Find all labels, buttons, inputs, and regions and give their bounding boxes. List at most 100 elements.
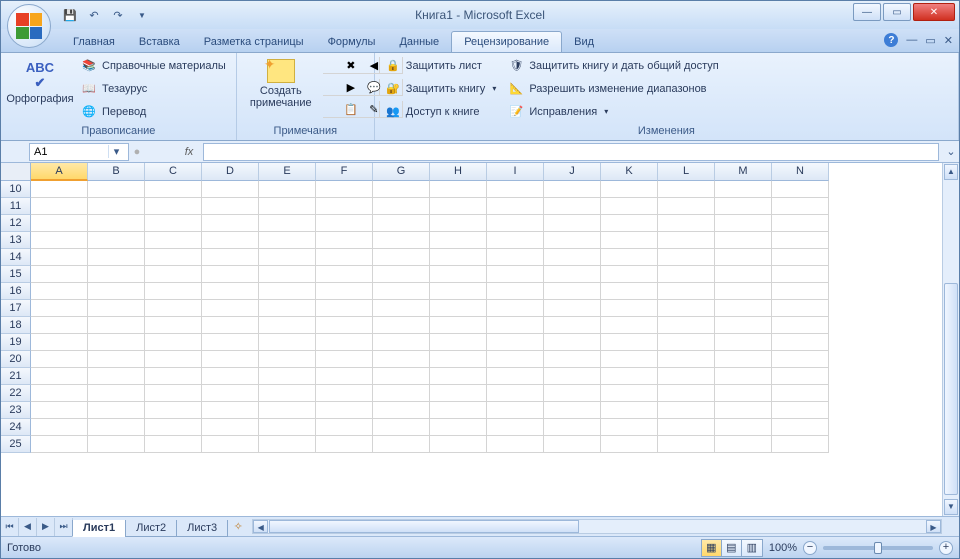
hscroll-thumb[interactable] [269, 520, 579, 533]
cell[interactable] [259, 300, 316, 317]
cell[interactable] [601, 232, 658, 249]
cell[interactable] [373, 351, 430, 368]
cell[interactable] [601, 198, 658, 215]
cell[interactable] [88, 249, 145, 266]
qat-dropdown-icon[interactable]: ▼ [133, 6, 151, 24]
cell[interactable] [430, 198, 487, 215]
cell[interactable] [715, 351, 772, 368]
cell[interactable] [487, 402, 544, 419]
cell[interactable] [259, 181, 316, 198]
cell[interactable] [544, 351, 601, 368]
cell[interactable] [88, 300, 145, 317]
cell[interactable] [88, 215, 145, 232]
cell[interactable] [487, 317, 544, 334]
cell[interactable] [487, 249, 544, 266]
row-header[interactable]: 13 [1, 232, 31, 249]
scroll-down-icon[interactable]: ▼ [944, 499, 958, 515]
cell[interactable] [772, 232, 829, 249]
sheet-tab[interactable]: Лист3 [176, 520, 228, 537]
cell[interactable] [31, 283, 88, 300]
cell[interactable] [658, 266, 715, 283]
cell[interactable] [88, 385, 145, 402]
cell[interactable] [601, 215, 658, 232]
cell[interactable] [316, 283, 373, 300]
cell[interactable] [772, 368, 829, 385]
cell[interactable] [430, 334, 487, 351]
spelling-button[interactable]: ABC✔ Орфография [7, 55, 73, 109]
cancel-icon[interactable]: ● [129, 146, 145, 158]
cell[interactable] [316, 232, 373, 249]
cell[interactable] [487, 334, 544, 351]
cell[interactable] [430, 351, 487, 368]
cell[interactable] [544, 300, 601, 317]
scroll-up-icon[interactable]: ▲ [944, 164, 958, 180]
row-header[interactable]: 15 [1, 266, 31, 283]
cell[interactable] [145, 266, 202, 283]
cell[interactable] [544, 283, 601, 300]
vscroll-thumb[interactable] [944, 283, 958, 495]
cell[interactable] [658, 368, 715, 385]
column-header[interactable]: B [88, 163, 145, 181]
cell[interactable] [202, 300, 259, 317]
column-header[interactable]: D [202, 163, 259, 181]
column-header[interactable]: A [31, 163, 88, 181]
name-box[interactable]: A1▾ [29, 143, 129, 161]
cell[interactable] [31, 351, 88, 368]
cell[interactable] [145, 351, 202, 368]
cell[interactable] [145, 385, 202, 402]
sheet-tab[interactable]: Лист1 [72, 520, 126, 537]
cell[interactable] [544, 249, 601, 266]
office-button[interactable] [7, 4, 51, 48]
cell[interactable] [316, 249, 373, 266]
cell[interactable] [487, 198, 544, 215]
cell[interactable] [145, 419, 202, 436]
cell[interactable] [430, 402, 487, 419]
cell[interactable] [259, 368, 316, 385]
cell[interactable] [202, 385, 259, 402]
cell[interactable] [373, 300, 430, 317]
research-button[interactable]: 📚Справочные материалы [77, 55, 230, 76]
cell[interactable] [31, 436, 88, 453]
cell[interactable] [772, 436, 829, 453]
tab-insert[interactable]: Вставка [127, 32, 192, 52]
cell[interactable] [658, 351, 715, 368]
cell[interactable] [145, 368, 202, 385]
cell[interactable] [259, 385, 316, 402]
cell[interactable] [316, 198, 373, 215]
protect-workbook-button[interactable]: 🔐Защитить книгу▾ [381, 78, 501, 99]
page-layout-view-icon[interactable]: ▤ [722, 540, 742, 556]
tab-page-layout[interactable]: Разметка страницы [192, 32, 316, 52]
save-icon[interactable]: 💾 [61, 6, 79, 24]
cell[interactable] [772, 283, 829, 300]
cell[interactable] [544, 334, 601, 351]
cell[interactable] [202, 198, 259, 215]
cell[interactable] [715, 283, 772, 300]
cell[interactable] [715, 249, 772, 266]
select-all-corner[interactable] [1, 163, 31, 181]
cell[interactable] [658, 283, 715, 300]
tab-review[interactable]: Рецензирование [451, 31, 562, 52]
column-header[interactable]: M [715, 163, 772, 181]
cell[interactable] [658, 402, 715, 419]
cell[interactable] [373, 368, 430, 385]
thesaurus-button[interactable]: 📖Тезаурус [77, 78, 230, 99]
cell[interactable] [145, 181, 202, 198]
cell[interactable] [316, 351, 373, 368]
scroll-right-icon[interactable]: ▶ [926, 520, 941, 533]
workbook-restore-icon[interactable]: ▭ [925, 34, 935, 47]
cell[interactable] [772, 266, 829, 283]
cell[interactable] [88, 232, 145, 249]
cell[interactable] [658, 334, 715, 351]
formula-expand-icon[interactable]: ⌄ [943, 145, 959, 158]
cell[interactable] [715, 198, 772, 215]
new-comment-button[interactable]: ✦ Создать примечание [243, 55, 319, 113]
row-header[interactable]: 23 [1, 402, 31, 419]
cell[interactable] [316, 181, 373, 198]
column-header[interactable]: E [259, 163, 316, 181]
cell[interactable] [430, 181, 487, 198]
cell[interactable] [487, 351, 544, 368]
column-header[interactable]: N [772, 163, 829, 181]
cell[interactable] [772, 215, 829, 232]
cell[interactable] [430, 232, 487, 249]
prev-sheet-icon[interactable]: ◀ [19, 518, 37, 536]
